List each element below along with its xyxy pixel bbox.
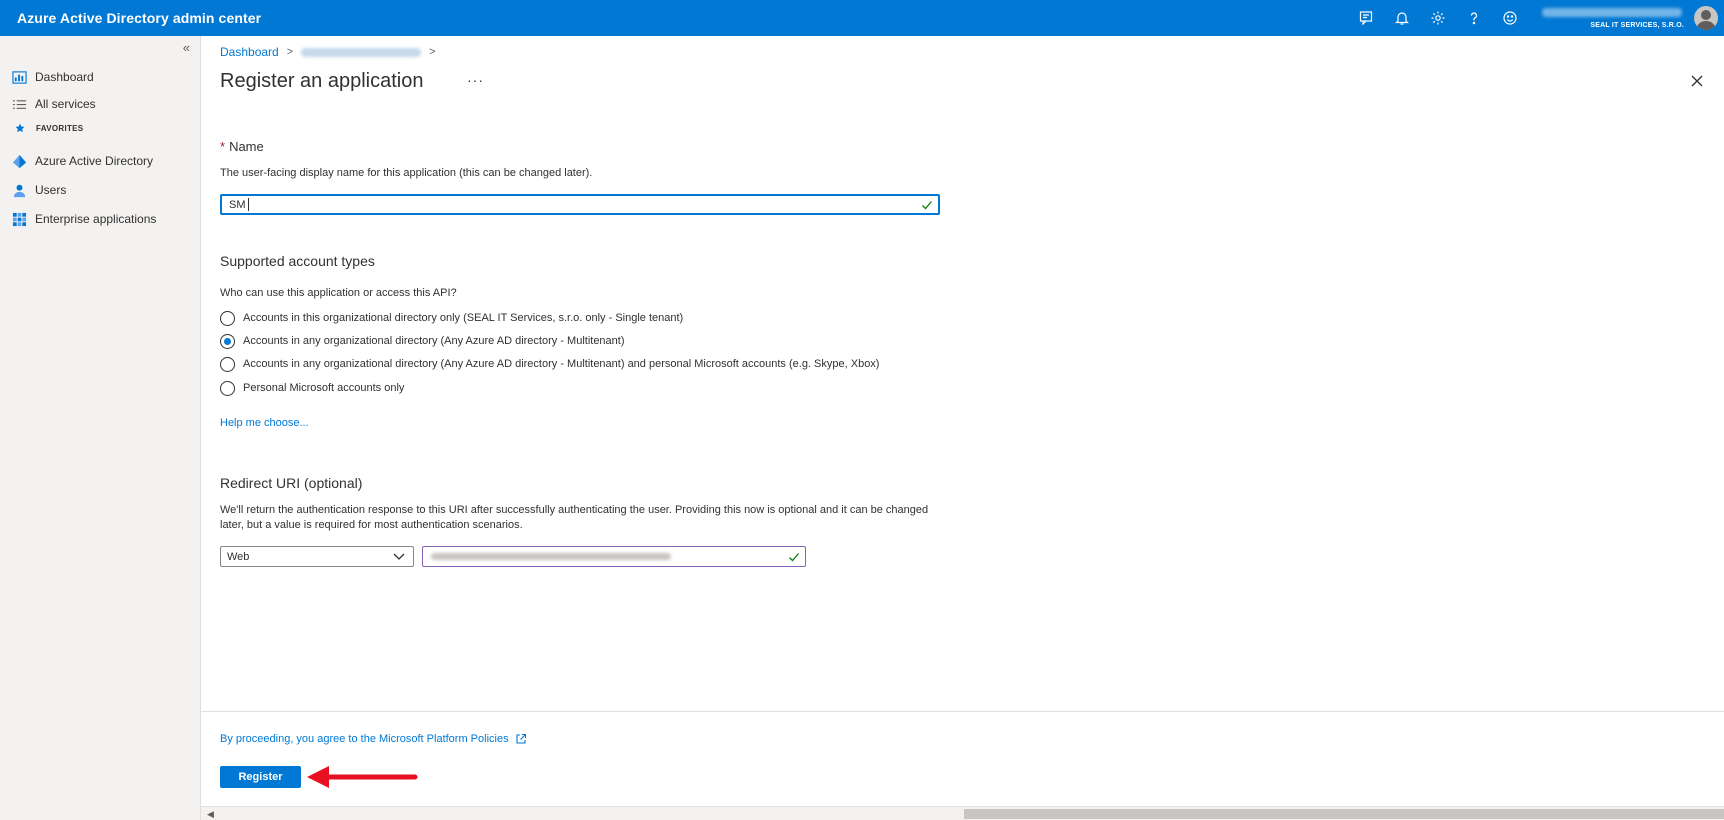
text-caret: [247, 198, 249, 211]
platform-policies-link[interactable]: By proceeding, you agree to the Microsof…: [220, 733, 527, 745]
grid-icon: [12, 212, 27, 226]
aad-icon: [12, 154, 27, 168]
check-icon: [922, 201, 932, 210]
radio-button[interactable]: [220, 310, 235, 326]
main-panel: Dashboard > > Register an application ··…: [201, 36, 1724, 820]
top-bar-actions: SEAL IT SERVICES, S.R.O.: [1348, 0, 1724, 36]
radio-label: Personal Microsoft accounts only: [243, 382, 405, 394]
close-icon[interactable]: [1690, 74, 1704, 88]
radio-button[interactable]: [220, 356, 235, 372]
account-menu[interactable]: SEAL IT SERVICES, S.R.O.: [1540, 0, 1690, 36]
sidebar: « Dashboard All services FAVORITES Azure…: [0, 36, 201, 820]
name-label-text: Name: [229, 139, 264, 154]
account-name-redacted: [1542, 8, 1682, 17]
account-type-option-multitenant[interactable]: Accounts in any organizational directory…: [220, 332, 625, 350]
favorites-label: FAVORITES: [36, 123, 84, 133]
radio-label: Accounts in any organizational directory…: [243, 335, 625, 347]
radio-label: Accounts in any organizational directory…: [243, 358, 880, 370]
redirect-uri-input[interactable]: [422, 546, 806, 567]
help-me-choose-link[interactable]: Help me choose...: [220, 417, 309, 429]
external-link-icon: [516, 733, 526, 744]
sidebar-item-azure-active-directory[interactable]: Azure Active Directory: [0, 148, 200, 174]
name-input-value: SM: [229, 198, 246, 211]
sidebar-item-label: Dashboard: [35, 70, 94, 84]
breadcrumb: Dashboard > >: [220, 45, 444, 59]
account-type-option-single-tenant[interactable]: Accounts in this organizational director…: [220, 309, 683, 327]
platform-select[interactable]: Web: [220, 546, 414, 567]
avatar[interactable]: [1694, 6, 1718, 30]
register-button[interactable]: Register: [220, 766, 301, 788]
name-label: * Name: [220, 139, 264, 154]
breadcrumb-tenant-redacted[interactable]: [301, 47, 422, 57]
sidebar-item-label: All services: [35, 97, 96, 111]
name-description: The user-facing display name for this ap…: [220, 167, 593, 179]
required-marker: *: [220, 139, 226, 154]
bell-icon[interactable]: [1384, 0, 1420, 36]
favorites-header: FAVORITES: [0, 118, 200, 138]
breadcrumb-separator: >: [429, 46, 436, 58]
sidebar-item-users[interactable]: Users: [0, 177, 200, 203]
name-input[interactable]: SM: [220, 194, 940, 215]
smiley-icon[interactable]: [1492, 0, 1528, 36]
feedback-icon[interactable]: [1348, 0, 1384, 36]
sidebar-item-label: Users: [35, 183, 67, 197]
horizontal-scrollbar[interactable]: ◀: [201, 806, 1724, 820]
help-icon[interactable]: [1456, 0, 1492, 36]
user-icon: [13, 184, 26, 197]
breadcrumb-separator: >: [286, 46, 294, 58]
account-types-question: Who can use this application or access t…: [220, 287, 457, 299]
page-title: Register an application: [220, 70, 424, 92]
radio-button[interactable]: [220, 380, 235, 396]
sidebar-item-dashboard[interactable]: Dashboard: [0, 64, 200, 90]
account-types-heading: Supported account types: [220, 253, 375, 269]
star-icon: [15, 123, 25, 133]
gear-icon[interactable]: [1420, 0, 1456, 36]
platform-policies-text: By proceeding, you agree to the Microsof…: [220, 733, 509, 745]
more-options-button[interactable]: ···: [467, 72, 484, 88]
radio-button-selected[interactable]: [220, 333, 235, 349]
chevron-down-icon: [393, 553, 405, 560]
list-icon: [12, 99, 27, 109]
account-type-option-multitenant-personal[interactable]: Accounts in any organizational directory…: [220, 355, 879, 373]
platform-select-value: Web: [227, 550, 250, 563]
account-org: SEAL IT SERVICES, S.R.O.: [1590, 22, 1684, 29]
footer-divider: [201, 711, 1724, 712]
dashboard-icon: [12, 70, 27, 84]
sidebar-item-enterprise-applications[interactable]: Enterprise applications: [0, 206, 200, 232]
radio-label: Accounts in this organizational director…: [243, 312, 684, 324]
redirect-uri-description: We'll return the authentication response…: [220, 504, 929, 531]
scroll-left-arrow-icon[interactable]: ◀: [207, 809, 214, 820]
redirect-uri-value-redacted: [431, 553, 671, 560]
annotation-arrow: [307, 766, 418, 788]
sidebar-item-label: Azure Active Directory: [35, 154, 154, 168]
scrollbar-thumb[interactable]: [964, 809, 1724, 819]
collapse-sidebar-button[interactable]: «: [183, 40, 190, 55]
app-title[interactable]: Azure Active Directory admin center: [0, 10, 261, 26]
breadcrumb-dashboard-link[interactable]: Dashboard: [220, 45, 279, 59]
redirect-uri-heading: Redirect URI (optional): [220, 475, 363, 491]
sidebar-item-label: Enterprise applications: [35, 212, 157, 226]
top-bar: Azure Active Directory admin center SEAL…: [0, 0, 1724, 36]
check-icon: [789, 553, 799, 562]
sidebar-item-all-services[interactable]: All services: [0, 91, 200, 117]
account-type-option-personal[interactable]: Personal Microsoft accounts only: [220, 379, 404, 397]
